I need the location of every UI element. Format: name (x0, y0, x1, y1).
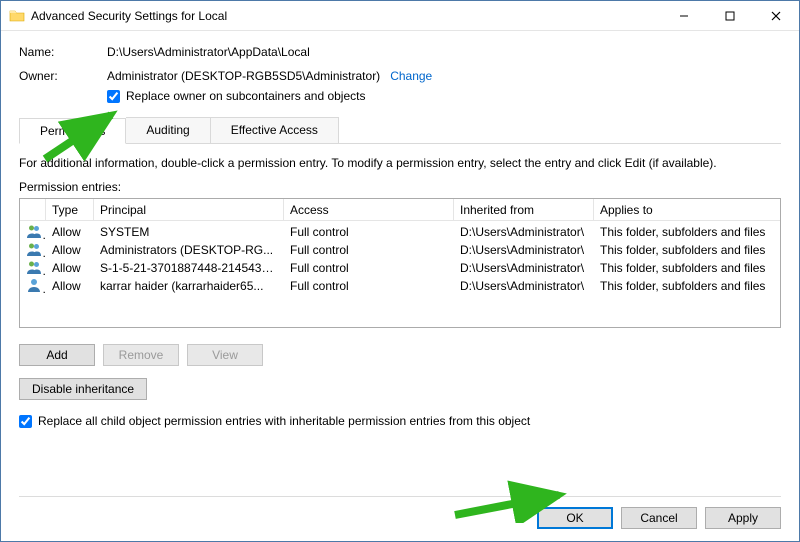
col-applies[interactable]: Applies to (594, 199, 780, 220)
col-access[interactable]: Access (284, 199, 454, 220)
col-principal[interactable]: Principal (94, 199, 284, 220)
permission-entries-table[interactable]: Type Principal Access Inherited from App… (19, 198, 781, 328)
info-text: For additional information, double-click… (19, 156, 781, 170)
cell-type: Allow (46, 261, 94, 275)
disable-inheritance-button[interactable]: Disable inheritance (19, 378, 147, 400)
ok-button[interactable]: OK (537, 507, 613, 529)
change-owner-link[interactable]: Change (390, 69, 432, 83)
cell-type: Allow (46, 243, 94, 257)
tab-permissions[interactable]: Permissions (19, 118, 126, 144)
replace-owner-label: Replace owner on subcontainers and objec… (126, 89, 365, 103)
tab-auditing[interactable]: Auditing (126, 117, 210, 143)
cell-access: Full control (284, 279, 454, 293)
bottom-button-bar: OK Cancel Apply (19, 496, 781, 529)
window-title: Advanced Security Settings for Local (31, 9, 661, 23)
owner-value: Administrator (DESKTOP-RGB5SD5\Administr… (107, 69, 380, 83)
cell-inherited: D:\Users\Administrator\ (454, 261, 594, 275)
cell-principal: karrar haider (karrarhaider65... (94, 279, 284, 293)
principal-icon (20, 277, 46, 296)
apply-button[interactable]: Apply (705, 507, 781, 529)
close-button[interactable] (753, 1, 799, 30)
owner-label: Owner: (19, 69, 107, 83)
dialog-body: Name: D:\Users\Administrator\AppData\Loc… (1, 31, 799, 541)
cell-access: Full control (284, 261, 454, 275)
table-header: Type Principal Access Inherited from App… (20, 199, 780, 221)
replace-all-checkbox[interactable] (19, 415, 32, 428)
maximize-button[interactable] (707, 1, 753, 30)
tab-strip: Permissions Auditing Effective Access (19, 117, 781, 144)
col-icon[interactable] (20, 199, 46, 220)
window-controls (661, 1, 799, 30)
cell-applies: This folder, subfolders and files (594, 243, 780, 257)
table-row[interactable]: AllowAdministrators (DESKTOP-RG...Full c… (20, 241, 780, 259)
col-type[interactable]: Type (46, 199, 94, 220)
table-body: AllowSYSTEMFull controlD:\Users\Administ… (20, 221, 780, 327)
replace-owner-checkbox-row[interactable]: Replace owner on subcontainers and objec… (107, 89, 365, 103)
name-value: D:\Users\Administrator\AppData\Local (107, 45, 310, 59)
titlebar: Advanced Security Settings for Local (1, 1, 799, 31)
cell-type: Allow (46, 279, 94, 293)
advanced-security-window: Advanced Security Settings for Local Nam… (0, 0, 800, 542)
remove-button[interactable]: Remove (103, 344, 179, 366)
replace-all-checkbox-row[interactable]: Replace all child object permission entr… (19, 414, 781, 428)
cell-access: Full control (284, 225, 454, 239)
replace-all-label: Replace all child object permission entr… (38, 414, 530, 428)
cell-access: Full control (284, 243, 454, 257)
name-label: Name: (19, 45, 107, 59)
cell-applies: This folder, subfolders and files (594, 279, 780, 293)
table-row[interactable]: AllowSYSTEMFull controlD:\Users\Administ… (20, 223, 780, 241)
table-row[interactable]: AllowS-1-5-21-3701887448-2145437...Full … (20, 259, 780, 277)
principal-icon (20, 259, 46, 278)
cell-principal: Administrators (DESKTOP-RG... (94, 243, 284, 257)
table-row[interactable]: Allowkarrar haider (karrarhaider65...Ful… (20, 277, 780, 295)
tab-effective-access[interactable]: Effective Access (211, 117, 339, 143)
add-button[interactable]: Add (19, 344, 95, 366)
cell-inherited: D:\Users\Administrator\ (454, 225, 594, 239)
cancel-button[interactable]: Cancel (621, 507, 697, 529)
cell-inherited: D:\Users\Administrator\ (454, 279, 594, 293)
view-button[interactable]: View (187, 344, 263, 366)
principal-icon (20, 241, 46, 260)
principal-icon (20, 223, 46, 242)
cell-applies: This folder, subfolders and files (594, 225, 780, 239)
cell-type: Allow (46, 225, 94, 239)
col-inherited[interactable]: Inherited from (454, 199, 594, 220)
cell-inherited: D:\Users\Administrator\ (454, 243, 594, 257)
replace-owner-checkbox[interactable] (107, 90, 120, 103)
permission-entries-label: Permission entries: (19, 180, 781, 194)
cell-principal: S-1-5-21-3701887448-2145437... (94, 261, 284, 275)
folder-icon (9, 8, 25, 24)
cell-applies: This folder, subfolders and files (594, 261, 780, 275)
minimize-button[interactable] (661, 1, 707, 30)
cell-principal: SYSTEM (94, 225, 284, 239)
